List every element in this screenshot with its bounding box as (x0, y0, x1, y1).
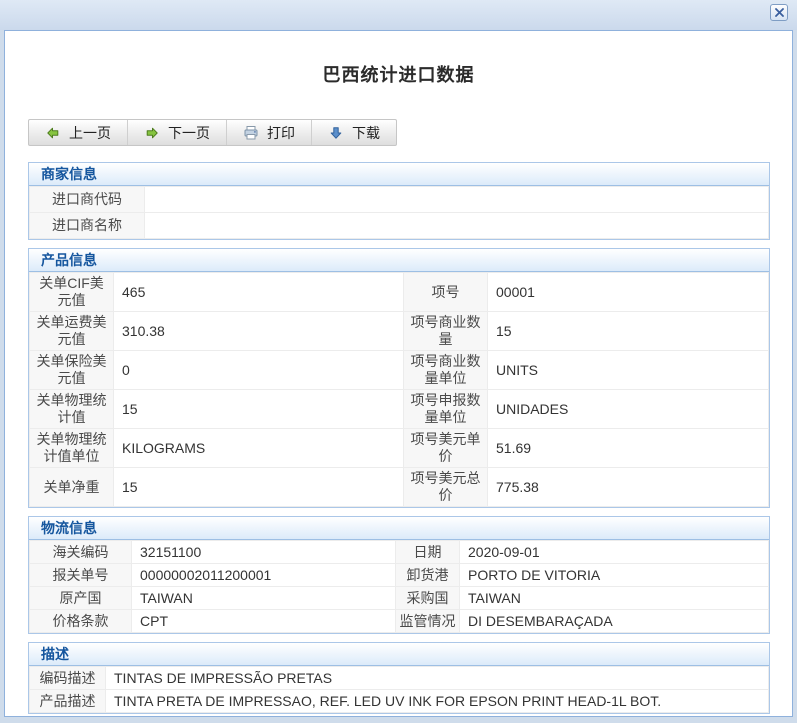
field-label: 项号美元单价 (404, 429, 488, 468)
next-page-button[interactable]: 下一页 (128, 120, 227, 145)
print-label: 打印 (267, 123, 295, 143)
field-value: UNIDADES (488, 390, 769, 429)
field-value: TINTA PRETA DE IMPRESSAO, REF. LED UV IN… (106, 690, 769, 713)
field-value: 2020-09-01 (460, 541, 769, 564)
field-value: DI DESEMBARAÇADA (460, 610, 769, 633)
prev-page-button[interactable]: 上一页 (29, 120, 128, 145)
section-merchant: 商家信息 进口商代码 进口商名称 (28, 162, 770, 240)
field-label: 报关单号 (30, 564, 132, 587)
close-icon (775, 8, 784, 17)
logistics-table: 海关编码 32151100 日期 2020-09-01 报关单号 0000000… (29, 540, 769, 633)
table-row: 关单净重 15 项号美元总价 775.38 (30, 468, 769, 507)
field-label: 卸货港 (396, 564, 460, 587)
prev-page-label: 上一页 (69, 123, 111, 143)
table-row: 价格条款 CPT 监管情况 DI DESEMBARAÇADA (30, 610, 769, 633)
table-row: 关单保险美元值 0 项号商业数量单位 UNITS (30, 351, 769, 390)
field-value: 32151100 (132, 541, 396, 564)
field-value: 51.69 (488, 429, 769, 468)
section-logistics: 物流信息 海关编码 32151100 日期 2020-09-01 报关单号 00… (28, 516, 770, 634)
field-value: TINTAS DE IMPRESSÃO PRETAS (106, 667, 769, 690)
field-label: 进口商名称 (30, 213, 145, 239)
printer-icon (243, 125, 259, 141)
field-value: TAIWAN (460, 587, 769, 610)
field-label: 关单物理统计值单位 (30, 429, 114, 468)
field-label: 日期 (396, 541, 460, 564)
field-value: 0 (114, 351, 404, 390)
field-value (145, 213, 769, 239)
section-description-title: 描述 (29, 643, 769, 666)
table-row: 产品描述 TINTA PRETA DE IMPRESSAO, REF. LED … (30, 690, 769, 713)
field-value: 00001 (488, 273, 769, 312)
field-value: UNITS (488, 351, 769, 390)
table-row: 进口商名称 (30, 213, 769, 239)
field-value (145, 187, 769, 213)
table-row: 编码描述 TINTAS DE IMPRESSÃO PRETAS (30, 667, 769, 690)
table-row: 进口商代码 (30, 187, 769, 213)
arrow-left-icon (45, 125, 61, 141)
field-value: 310.38 (114, 312, 404, 351)
toolbar: 上一页 下一页 打印 下载 (28, 119, 397, 146)
description-table: 编码描述 TINTAS DE IMPRESSÃO PRETAS 产品描述 TIN… (29, 666, 769, 713)
field-label: 进口商代码 (30, 187, 145, 213)
table-row: 关单运费美元值 310.38 项号商业数量 15 (30, 312, 769, 351)
field-label: 海关编码 (30, 541, 132, 564)
field-label: 关单净重 (30, 468, 114, 507)
next-page-label: 下一页 (168, 123, 210, 143)
table-row: 关单CIF美元值 465 项号 00001 (30, 273, 769, 312)
field-value: PORTO DE VITORIA (460, 564, 769, 587)
field-value: 00000002011200001 (132, 564, 396, 587)
field-value: 465 (114, 273, 404, 312)
field-value: CPT (132, 610, 396, 633)
field-label: 产品描述 (30, 690, 106, 713)
field-label: 原产国 (30, 587, 132, 610)
field-value: 15 (114, 468, 404, 507)
field-label: 项号商业数量 (404, 312, 488, 351)
product-table: 关单CIF美元值 465 项号 00001 关单运费美元值 310.38 项号商… (29, 272, 769, 507)
table-row: 海关编码 32151100 日期 2020-09-01 (30, 541, 769, 564)
field-value: 15 (114, 390, 404, 429)
section-merchant-title: 商家信息 (29, 163, 769, 186)
field-label: 项号商业数量单位 (404, 351, 488, 390)
field-label: 关单CIF美元值 (30, 273, 114, 312)
field-label: 采购国 (396, 587, 460, 610)
field-label: 项号 (404, 273, 488, 312)
arrow-down-icon (328, 125, 344, 141)
table-row: 报关单号 00000002011200001 卸货港 PORTO DE VITO… (30, 564, 769, 587)
section-product-title: 产品信息 (29, 249, 769, 272)
dialog-panel: 巴西统计进口数据 上一页 下一页 打印 (4, 30, 793, 717)
field-label: 关单运费美元值 (30, 312, 114, 351)
section-logistics-title: 物流信息 (29, 517, 769, 540)
arrow-right-icon (144, 125, 160, 141)
field-value: TAIWAN (132, 587, 396, 610)
section-product: 产品信息 关单CIF美元值 465 项号 00001 关单运费美元值 310.3… (28, 248, 770, 508)
download-label: 下载 (352, 123, 380, 143)
field-label: 项号美元总价 (404, 468, 488, 507)
table-row: 关单物理统计值 15 项号申报数量单位 UNIDADES (30, 390, 769, 429)
field-value: KILOGRAMS (114, 429, 404, 468)
merchant-table: 进口商代码 进口商名称 (29, 186, 769, 239)
field-label: 项号申报数量单位 (404, 390, 488, 429)
table-row: 关单物理统计值单位 KILOGRAMS 项号美元单价 51.69 (30, 429, 769, 468)
page-title: 巴西统计进口数据 (5, 61, 792, 87)
field-label: 编码描述 (30, 667, 106, 690)
print-button[interactable]: 打印 (227, 120, 312, 145)
field-label: 监管情况 (396, 610, 460, 633)
field-label: 关单物理统计值 (30, 390, 114, 429)
table-row: 原产国 TAIWAN 采购国 TAIWAN (30, 587, 769, 610)
field-value: 15 (488, 312, 769, 351)
close-button[interactable] (770, 4, 788, 21)
window-titlebar (0, 0, 797, 30)
field-label: 价格条款 (30, 610, 132, 633)
field-value: 775.38 (488, 468, 769, 507)
section-description: 描述 编码描述 TINTAS DE IMPRESSÃO PRETAS 产品描述 … (28, 642, 770, 714)
field-label: 关单保险美元值 (30, 351, 114, 390)
download-button[interactable]: 下载 (312, 120, 396, 145)
